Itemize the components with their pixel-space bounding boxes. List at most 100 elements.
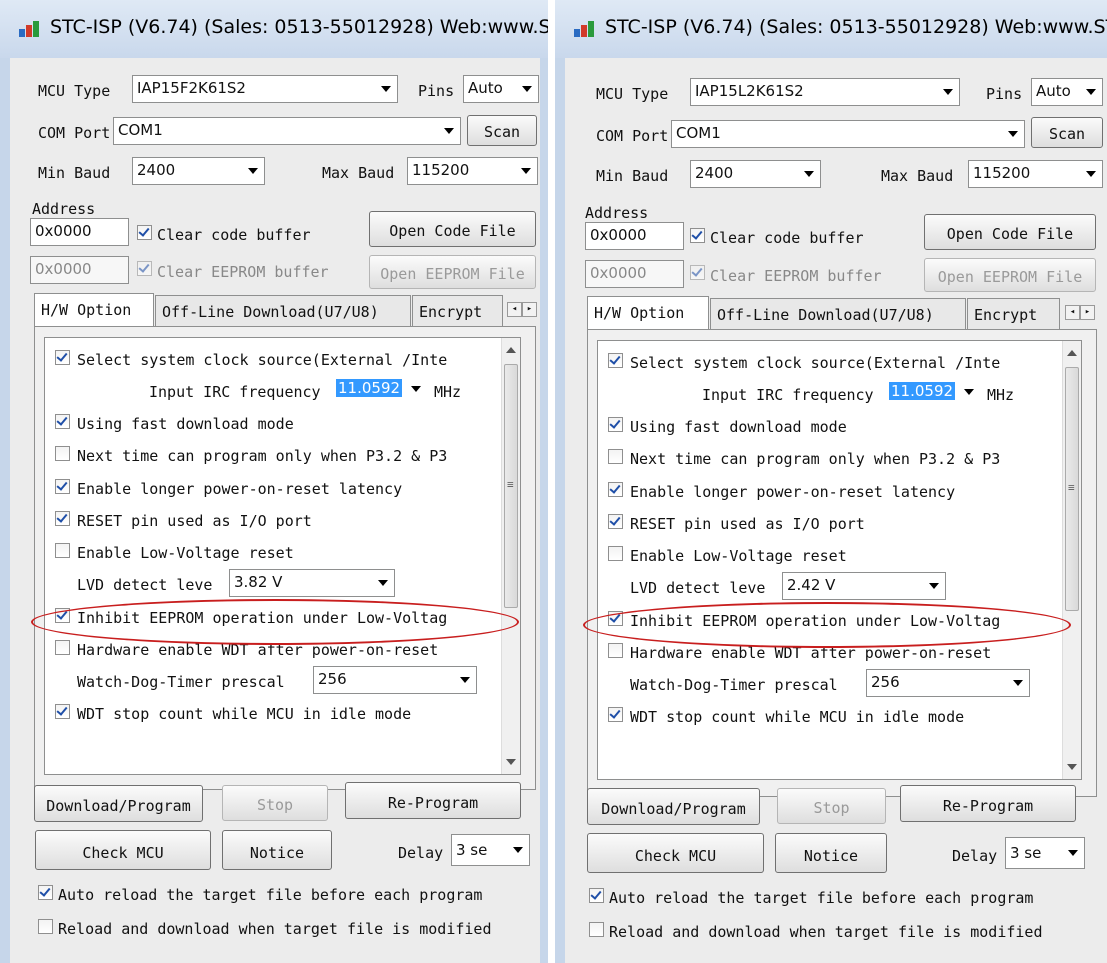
lvd-level-select[interactable]: 2.42 V [782,572,946,600]
tab-scroll-left-icon[interactable]: ◂ [507,302,522,317]
irc-frequency-select[interactable]: 11.0592 [885,379,980,407]
tab-scroll-right-icon[interactable]: ▸ [522,302,537,317]
stop-button[interactable]: Stop [777,788,886,824]
hw-wdt-checkbox[interactable] [55,640,70,655]
code-address-field[interactable]: 0x0000 [30,218,129,246]
eeprom-address-field[interactable]: 0x0000 [585,260,684,288]
irc-unit-label: MHz [434,383,462,401]
check-mcu-button[interactable]: Check MCU [35,830,211,870]
dropdown-arrow-icon [521,168,531,174]
min-baud-select[interactable]: 2400 [690,160,821,188]
reload-modified-checkbox[interactable] [589,922,604,937]
open-eeprom-file-button[interactable]: Open EEPROM File [924,258,1096,292]
hw-options-list[interactable]: ≡ Select system clock source(External /I… [44,337,521,775]
notice-button[interactable]: Notice [775,833,887,873]
tab-scroll-right-icon[interactable]: ▸ [1080,305,1095,320]
dropdown-arrow-icon [444,128,454,134]
code-address-field[interactable]: 0x0000 [585,222,684,250]
tab-offline-download[interactable]: Off-Line Download(U7/U8) [710,298,966,330]
longer-por-checkbox[interactable] [608,482,623,497]
pins-value: Auto [468,79,503,97]
scroll-down-icon[interactable] [1067,764,1077,770]
max-baud-value: 115200 [412,161,470,179]
irc-frequency-value: 11.0592 [336,379,403,397]
longer-por-checkbox[interactable] [55,479,70,494]
com-port-select[interactable]: COM1 [113,117,461,145]
low-voltage-reset-checkbox[interactable] [608,546,623,561]
tab-scroll-left-icon[interactable]: ◂ [1065,305,1080,320]
wdt-stop-checkbox[interactable] [608,707,623,722]
dropdown-arrow-icon [804,171,814,177]
scan-button[interactable]: Scan [467,115,537,146]
title-bar[interactable]: STC-ISP (V6.74) (Sales: 0513-55012928) W… [555,0,1107,59]
scroll-up-icon[interactable] [1067,350,1077,356]
reprogram-button[interactable]: Re-Program [900,785,1076,822]
eeprom-address-field[interactable]: 0x0000 [30,256,129,284]
next-time-checkbox[interactable] [55,446,70,461]
select-clock-checkbox[interactable] [608,353,623,368]
stop-button[interactable]: Stop [222,785,328,821]
fast-download-checkbox[interactable] [608,417,623,432]
dropdown-arrow-icon [1008,131,1018,137]
check-mcu-button[interactable]: Check MCU [587,833,764,873]
address-label: Address [32,200,96,218]
auto-reload-checkbox[interactable] [38,885,53,900]
reprogram-button[interactable]: Re-Program [345,782,521,819]
wdt-prescale-select[interactable]: 256 [313,666,477,694]
tab-offline-download[interactable]: Off-Line Download(U7/U8) [155,295,411,327]
app-icon [19,21,39,37]
irc-frequency-select[interactable]: 11.0592 [332,376,427,404]
clear-code-buffer-label: Clear code buffer [157,226,311,244]
reset-pin-checkbox[interactable] [608,514,623,529]
scroll-down-icon[interactable] [506,759,516,765]
stc-isp-window-right: STC-ISP (V6.74) (Sales: 0513-55012928) W… [555,0,1107,963]
scan-button[interactable]: Scan [1031,117,1103,148]
lvd-detect-label: LVD detect leve [77,576,213,594]
pins-select[interactable]: Auto [1031,78,1103,106]
clear-eeprom-buffer-checkbox[interactable] [690,265,705,280]
open-code-file-button[interactable]: Open Code File [369,211,536,247]
com-port-select[interactable]: COM1 [671,120,1025,148]
clear-eeprom-buffer-checkbox[interactable] [137,261,152,276]
title-bar[interactable]: STC-ISP (V6.74) (Sales: 0513-55012928) W… [0,0,548,59]
scroll-up-icon[interactable] [506,347,516,353]
download-program-button[interactable]: Download/Program [587,788,760,825]
options-scrollbar[interactable]: ≡ [1062,341,1081,779]
select-clock-checkbox[interactable] [55,350,70,365]
delay-select[interactable]: 3 se [451,834,530,866]
open-eeprom-file-button[interactable]: Open EEPROM File [369,255,536,289]
hw-options-list[interactable]: ≡ Select system clock source(External /I… [597,340,1082,780]
min-baud-select[interactable]: 2400 [132,157,265,185]
mcu-type-select[interactable]: IAP15F2K61S2 [132,75,398,103]
tab-hw-option[interactable]: H/W Option [34,293,154,327]
max-baud-select[interactable]: 115200 [407,157,538,185]
wdt-stop-checkbox[interactable] [55,704,70,719]
fast-download-checkbox[interactable] [55,414,70,429]
pins-select[interactable]: Auto [463,75,539,103]
max-baud-select[interactable]: 115200 [968,160,1103,188]
reset-pin-label: RESET pin used as I/O port [630,515,865,533]
low-voltage-reset-checkbox[interactable] [55,543,70,558]
download-program-button[interactable]: Download/Program [34,785,203,822]
notice-button[interactable]: Notice [222,830,332,870]
open-code-file-button[interactable]: Open Code File [924,214,1096,250]
mcu-type-select[interactable]: IAP15L2K61S2 [690,78,960,106]
reset-pin-checkbox[interactable] [55,511,70,526]
irc-unit-label: MHz [987,386,1015,404]
next-time-checkbox[interactable] [608,449,623,464]
clear-code-buffer-checkbox[interactable] [690,228,705,243]
tab-encrypt[interactable]: Encrypt [967,298,1060,330]
delay-select[interactable]: 3 se [1005,837,1085,869]
hw-wdt-checkbox[interactable] [608,643,623,658]
reload-modified-checkbox[interactable] [38,919,53,934]
dropdown-arrow-icon [411,386,421,392]
wdt-prescale-select[interactable]: 256 [866,669,1030,697]
min-baud-value: 2400 [695,164,734,182]
tab-encrypt[interactable]: Encrypt [412,295,503,327]
options-scrollbar[interactable]: ≡ [501,338,520,774]
tab-hw-option[interactable]: H/W Option [587,296,709,330]
lvd-level-select[interactable]: 3.82 V [229,569,395,597]
clear-code-buffer-checkbox[interactable] [137,225,152,240]
auto-reload-checkbox[interactable] [589,888,604,903]
max-baud-label: Max Baud [881,167,954,185]
